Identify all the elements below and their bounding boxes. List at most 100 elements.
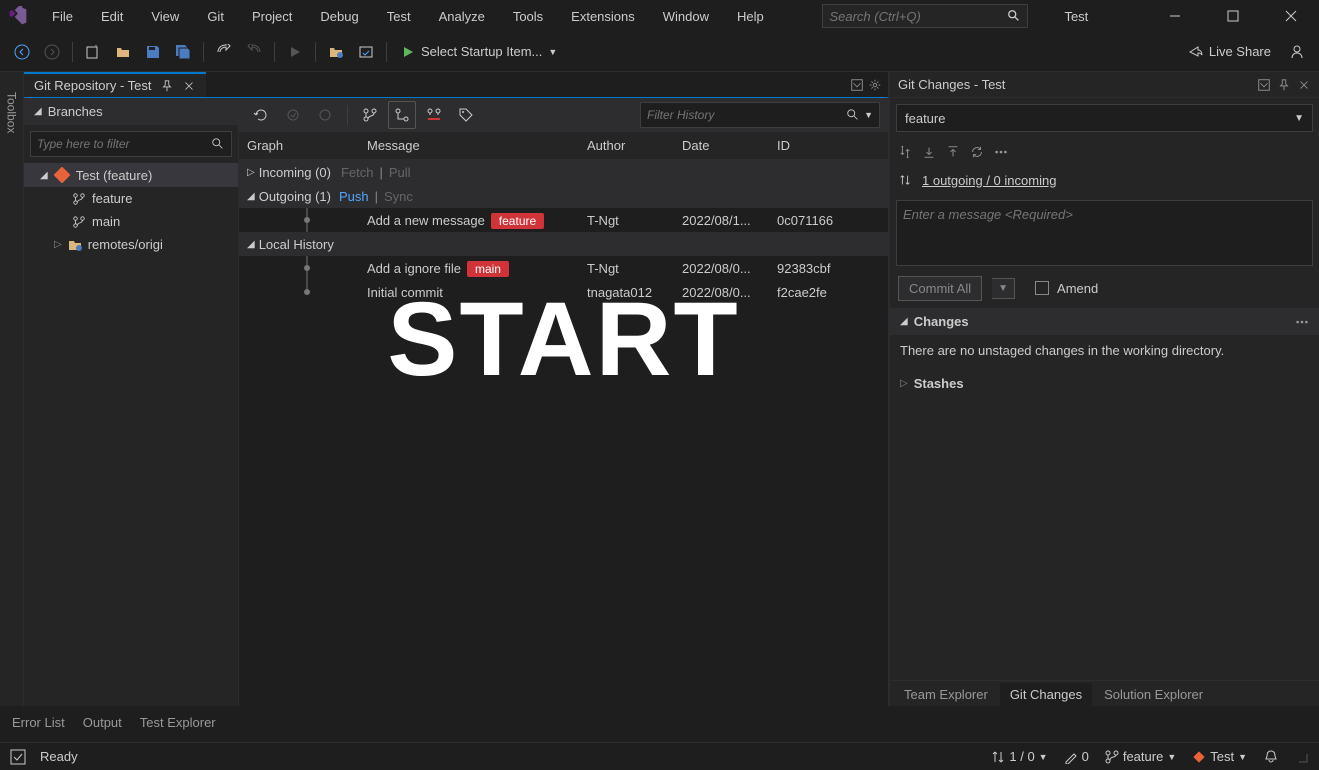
branch-icon-button[interactable] [356,101,384,129]
tab-output[interactable]: Output [83,715,122,734]
account-button[interactable] [1283,38,1311,66]
menu-git[interactable]: Git [195,5,236,28]
commit-dropdown[interactable]: ▼ [992,278,1015,299]
minimize-button[interactable] [1155,1,1195,31]
menu-help[interactable]: Help [725,5,776,28]
pending-edits-status[interactable]: 0 [1064,749,1089,764]
close-icon[interactable] [1297,78,1311,92]
menu-file[interactable]: File [40,5,85,28]
menu-edit[interactable]: Edit [89,5,135,28]
startup-item-dropdown[interactable]: Select Startup Item... ▼ [393,38,565,66]
play-icon [401,45,415,59]
live-share-button[interactable]: Live Share [1177,38,1281,66]
commit-message-box[interactable] [896,200,1313,266]
graph-mode-button[interactable] [388,101,416,129]
outgoing-section[interactable]: ◢ Outgoing (1) Push | Sync [239,184,888,208]
nav-back-button[interactable] [8,38,36,66]
push-icon[interactable] [946,145,960,159]
quick-search[interactable] [822,4,1028,28]
more-icon[interactable] [1295,315,1309,329]
run-disabled-button[interactable] [281,38,309,66]
pin-icon[interactable] [1277,78,1291,92]
menu-extensions[interactable]: Extensions [559,5,647,28]
stashes-section-header[interactable]: ▷ Stashes [890,370,1319,397]
tab-error-list[interactable]: Error List [12,715,65,734]
remotes-folder[interactable]: ▷ remotes/origi [24,233,238,256]
menu-project[interactable]: Project [240,5,304,28]
col-date[interactable]: Date [682,138,777,153]
col-graph[interactable]: Graph [247,138,367,153]
branch-selector[interactable]: feature ▼ [896,104,1313,132]
redo-button[interactable] [240,38,268,66]
undo-button[interactable] [210,38,238,66]
changes-section-header[interactable]: ◢ Changes [890,308,1319,335]
branch-filter[interactable] [30,131,232,157]
toolbox-tab[interactable]: Toolbox [0,72,24,706]
branches-header[interactable]: ◢ Branches [24,98,238,125]
open-folder-button[interactable] [109,38,137,66]
tab-solution-explorer[interactable]: Solution Explorer [1094,683,1213,706]
chevron-down-icon[interactable]: ▼ [1294,113,1304,124]
quick-search-input[interactable] [829,9,1007,24]
browser-link-button[interactable] [352,38,380,66]
window-position-icon[interactable] [850,78,864,92]
menu-analyze[interactable]: Analyze [427,5,497,28]
sync-status[interactable]: 1 / 0 ▼ [991,749,1047,764]
branch-main[interactable]: main [24,210,238,233]
menu-tools[interactable]: Tools [501,5,555,28]
filter-icon-button[interactable] [420,101,448,129]
menu-view[interactable]: View [139,5,191,28]
commit-row[interactable]: Add a new messagefeature T-Ngt 2022/08/1… [239,208,888,232]
open-recent-folder-button[interactable] [322,38,350,66]
col-author[interactable]: Author [587,138,682,153]
outgoing-incoming-link[interactable]: 1 outgoing / 0 incoming [922,173,1056,188]
menu-test[interactable]: Test [375,5,423,28]
tag-icon-button[interactable] [452,101,480,129]
commit-message-input[interactable] [903,207,1306,259]
sync-icon[interactable] [970,145,984,159]
sync-arrows-icon [991,750,1005,764]
pin-icon[interactable] [160,79,174,93]
push-link[interactable]: Push [339,189,369,204]
menu-debug[interactable]: Debug [308,5,370,28]
checkout-button[interactable] [279,101,307,129]
commit-row[interactable]: Add a ignore filemain T-Ngt 2022/08/0...… [239,256,888,280]
branch-feature[interactable]: feature [24,187,238,210]
repo-root-item[interactable]: ◢ Test (feature) [24,163,238,187]
git-repository-tab[interactable]: Git Repository - Test [24,72,206,97]
save-button[interactable] [139,38,167,66]
cherry-pick-button[interactable] [311,101,339,129]
local-history-section[interactable]: ◢ Local History [239,232,888,256]
fetch-icon[interactable] [898,145,912,159]
history-filter-input[interactable] [647,108,846,122]
bell-icon[interactable] [1263,749,1279,765]
tab-team-explorer[interactable]: Team Explorer [894,683,998,706]
tab-git-changes[interactable]: Git Changes [1000,683,1092,706]
refresh-button[interactable] [247,101,275,129]
resize-grip-icon[interactable] [1295,750,1309,764]
window-position-icon[interactable] [1257,78,1271,92]
commit-all-button[interactable]: Commit All [898,276,982,301]
close-button[interactable] [1271,1,1311,31]
close-tab-icon[interactable] [182,79,196,93]
commit-row[interactable]: Initial commit tnagata012 2022/08/0... f… [239,280,888,304]
menu-window[interactable]: Window [651,5,721,28]
repo-status[interactable]: Test ▼ [1192,749,1247,764]
gear-icon[interactable] [868,78,882,92]
save-all-button[interactable] [169,38,197,66]
history-filter[interactable]: ▼ [640,102,880,128]
branch-filter-input[interactable] [37,137,211,151]
col-message[interactable]: Message [367,138,587,153]
tab-test-explorer[interactable]: Test Explorer [140,715,216,734]
incoming-section[interactable]: ▷ Incoming (0) Fetch | Pull [239,160,888,184]
more-icon[interactable] [994,145,1008,159]
new-item-button[interactable] [79,38,107,66]
amend-checkbox[interactable]: Amend [1035,281,1098,296]
nav-forward-button[interactable] [38,38,66,66]
col-id[interactable]: ID [777,138,880,153]
branch-status[interactable]: feature ▼ [1105,749,1176,764]
pull-icon[interactable] [922,145,936,159]
maximize-button[interactable] [1213,1,1253,31]
right-panel-tabs: Team Explorer Git Changes Solution Explo… [890,680,1319,706]
vs-logo-icon [8,6,28,26]
